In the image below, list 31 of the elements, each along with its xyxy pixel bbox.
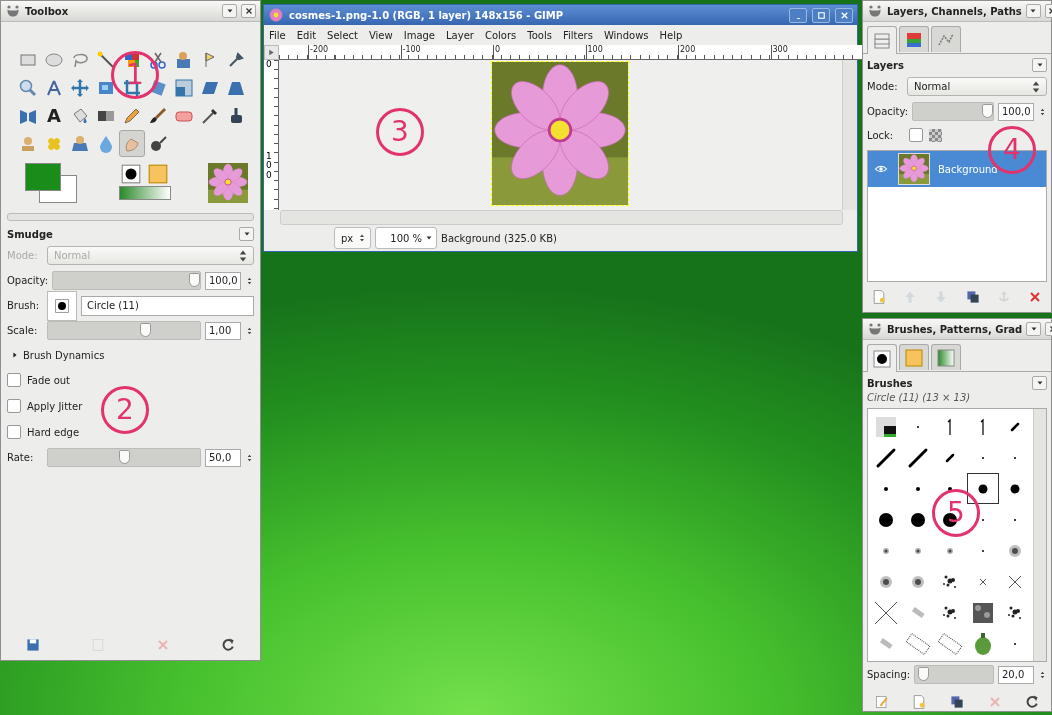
checkbox-label: Fade out <box>27 374 71 386</box>
ruler-label: -100 <box>400 45 493 59</box>
brush-label: Brush: <box>7 300 41 311</box>
slider-label: Opacity: <box>7 275 49 286</box>
panel-heading: Brushes <box>867 377 913 389</box>
panel-title: Toolbox <box>25 5 70 17</box>
checkbox-label: Hard edge <box>27 426 80 438</box>
annotation-tooltip: 2 <box>101 386 149 434</box>
mode-label: Mode: <box>7 250 39 261</box>
panel-title: Brushes, Patterns, Grad <box>887 323 1023 335</box>
ruler-label: 100 <box>264 152 272 181</box>
tool-options-title: Smudge <box>7 228 53 240</box>
ruler-label: 100 <box>585 45 678 59</box>
lock-label: Lock: <box>867 129 895 141</box>
slider-label: Opacity: <box>867 106 909 117</box>
slider-label: Scale: <box>7 325 39 336</box>
window-title: cosmes-1.png-1.0 (RGB, 1 layer) 148x156 - GIMP <box>289 9 565 21</box>
ruler-label: 200 <box>678 45 771 59</box>
annotation-tooltip: 3 <box>376 108 424 156</box>
ruler-label: 0 <box>493 45 586 59</box>
brush-info: Circle (11) (13 × 13) <box>867 392 972 405</box>
ruler-label: -200 <box>308 45 401 59</box>
panel-heading: Layers <box>867 59 904 71</box>
slider-label: Rate: <box>7 452 35 463</box>
layer-name: Background <box>938 163 998 175</box>
annotation-tooltip: 5 <box>932 489 980 537</box>
panel-title: Layers, Channels, Paths <box>887 5 1022 17</box>
mode-label: Mode: <box>867 81 899 92</box>
checkbox-label: Apply Jitter <box>27 400 83 412</box>
status-text: Background (325.0 KB) <box>441 232 557 244</box>
slider-label: Spacing: <box>867 669 911 680</box>
